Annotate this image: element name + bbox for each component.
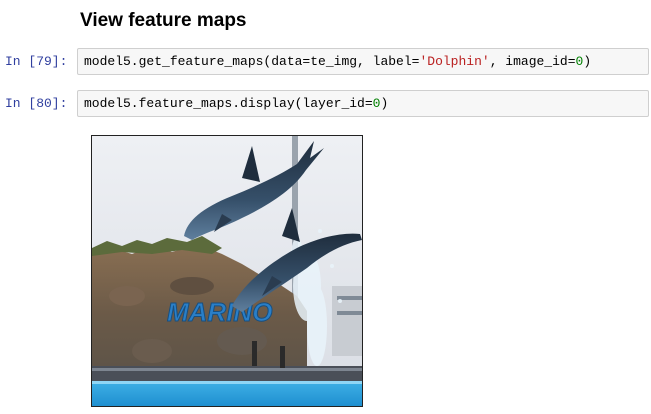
building-stripe <box>337 311 362 315</box>
code-string-literal: 'Dolphin' <box>419 54 490 69</box>
dolphin-show-photo: MARINO <box>92 136 362 406</box>
rock-patch <box>170 277 214 295</box>
rock-patch <box>217 327 267 355</box>
code-cell-79[interactable]: model5.get_feature_maps(data=te_img, lab… <box>77 48 649 75</box>
code-cell-80[interactable]: model5.feature_maps.display(layer_id=0) <box>77 90 649 117</box>
output-image: MARINO <box>91 135 363 407</box>
pool-edge <box>92 381 362 384</box>
rock-patch <box>132 339 172 363</box>
pool-water <box>92 381 362 406</box>
stands-rail <box>92 368 362 371</box>
code-text: ) <box>583 54 592 69</box>
code-text: , image_id= <box>489 54 576 69</box>
code-line: model5.feature_maps.display(layer_id=0) <box>84 96 388 112</box>
rock-patch <box>109 286 145 306</box>
code-line: model5.get_feature_maps(data=te_img, lab… <box>84 54 591 70</box>
code-text: model5.feature_maps.display(layer_id= <box>84 96 373 111</box>
trainer <box>280 346 285 368</box>
cell-prompt-80: In [80]: <box>5 96 68 111</box>
section-heading: View feature maps <box>80 10 247 31</box>
trainer <box>252 341 257 366</box>
code-text: ) <box>380 96 389 111</box>
code-text: model5.get_feature_maps(data=te_img, lab… <box>84 54 420 69</box>
cell-prompt-79: In [79]: <box>5 54 68 69</box>
